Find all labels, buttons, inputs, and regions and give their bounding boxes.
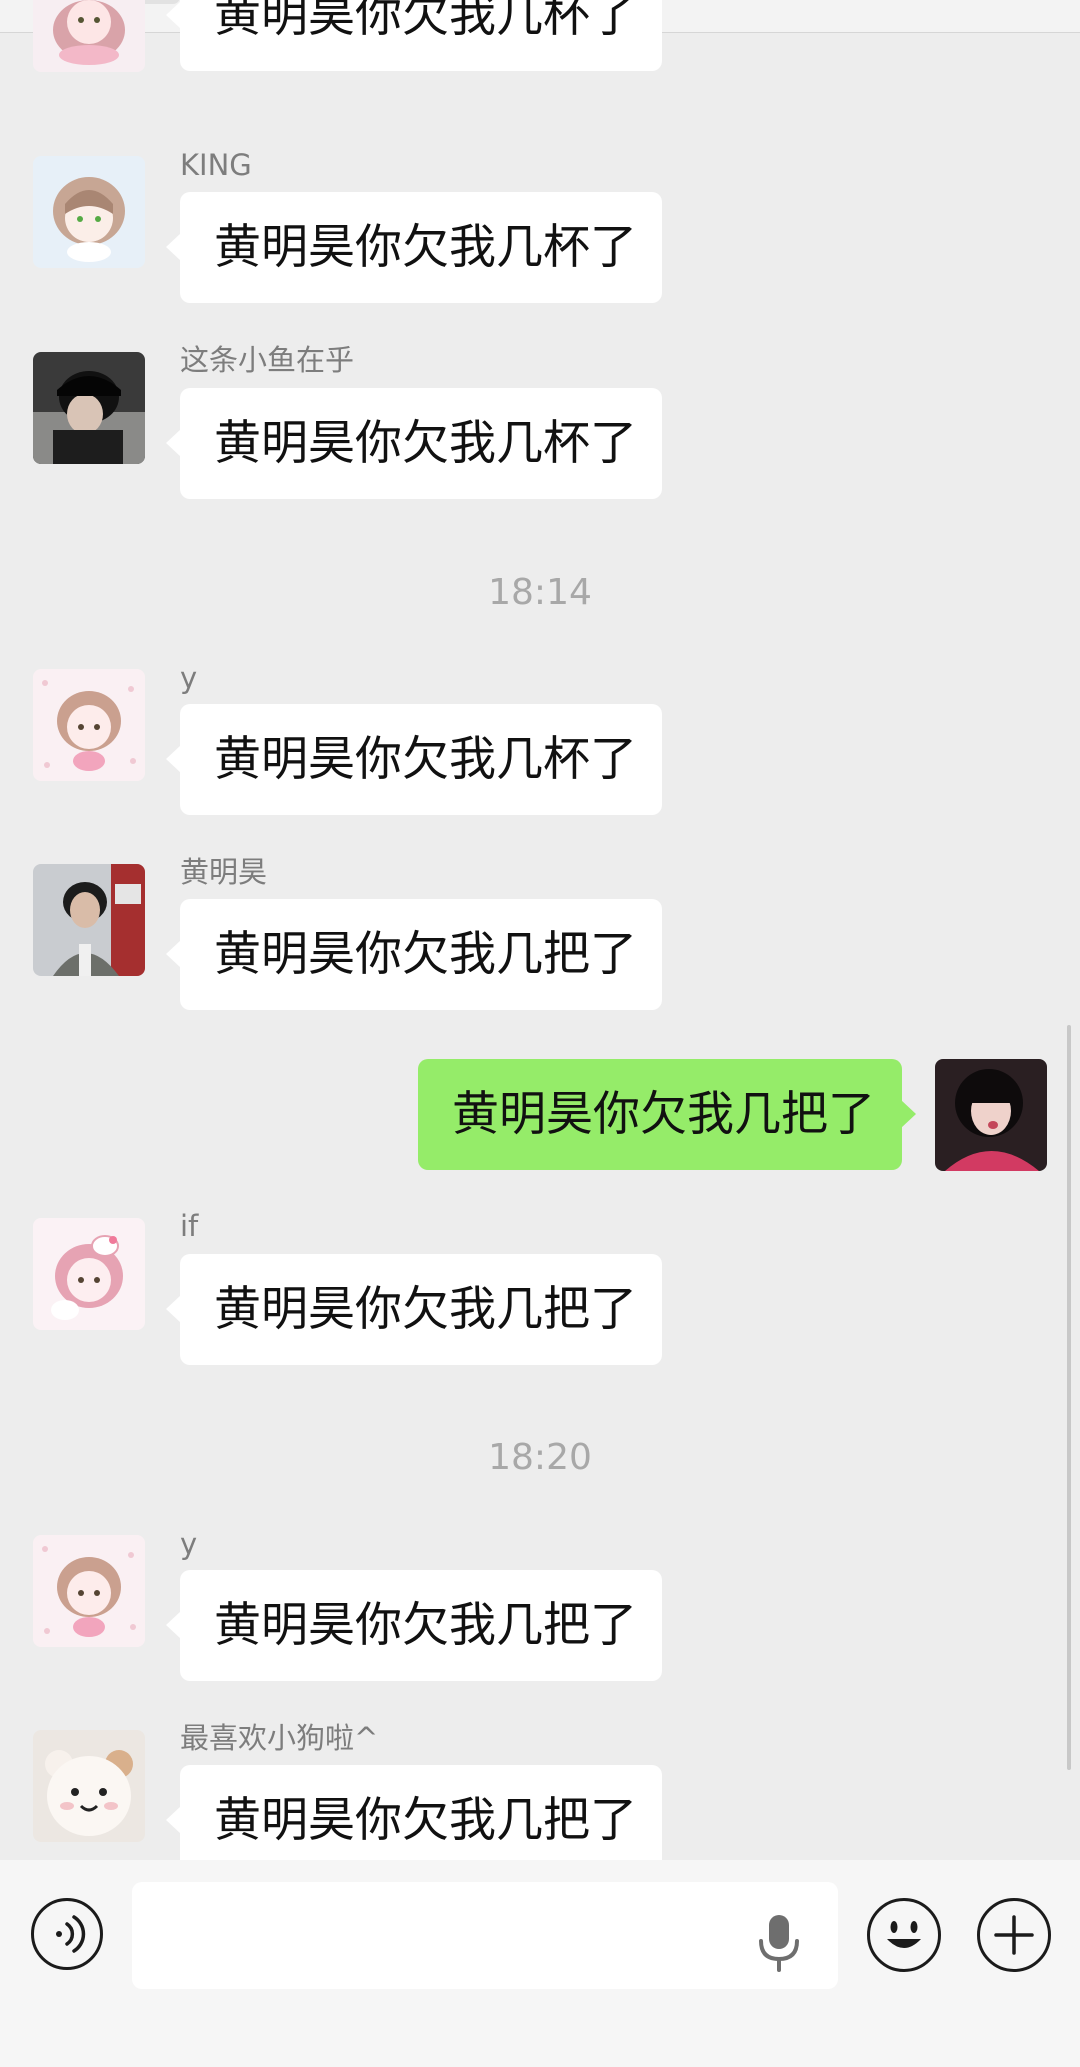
avatar-plush-bear-icon[interactable] bbox=[33, 1730, 145, 1842]
sender-name: 这条小鱼在乎 bbox=[180, 343, 355, 377]
voice-icon[interactable] bbox=[31, 1898, 103, 1970]
avatar-girl-pink-bow-icon[interactable] bbox=[33, 0, 145, 72]
timestamp: 18:14 bbox=[488, 572, 592, 613]
sender-name: if bbox=[180, 1209, 199, 1243]
avatar-girl-hello-kitty-icon[interactable] bbox=[33, 1218, 145, 1330]
message-bubble[interactable]: 黄明昊你欠我几杯了 bbox=[166, 704, 662, 815]
avatar-girl-brown-hair-icon[interactable] bbox=[33, 156, 145, 268]
message-bubble[interactable]: 黄明昊你欠我几把了 bbox=[166, 1765, 662, 1860]
sender-name: KING bbox=[180, 148, 252, 182]
chat-area[interactable]: 黄明昊你欠我几杯了 KING 黄明昊你欠我几杯了 这条小鱼在乎 黄明昊你欠我几杯… bbox=[0, 0, 1080, 1860]
message-bubble[interactable]: 黄明昊你欠我几杯了 bbox=[166, 388, 662, 499]
sender-name: y bbox=[180, 661, 198, 695]
message-bubble[interactable]: 黄明昊你欠我几把了 bbox=[166, 899, 662, 1010]
message-bubble-self[interactable]: 黄明昊你欠我几把了 bbox=[418, 1059, 916, 1170]
avatar-girl-black-cap-photo-icon[interactable] bbox=[33, 352, 145, 464]
avatar-girl-pink-dots-icon[interactable] bbox=[33, 1535, 145, 1647]
message-bubble[interactable]: 黄明昊你欠我几杯了 bbox=[166, 192, 662, 303]
sender-name: 最喜欢小狗啦^ bbox=[180, 1721, 379, 1755]
message-input[interactable] bbox=[132, 1882, 838, 1989]
message-bubble[interactable]: 黄明昊你欠我几把了 bbox=[166, 1570, 662, 1681]
message-bubble[interactable]: 黄明昊你欠我几杯了 bbox=[166, 0, 662, 71]
avatar-boy-photo-icon[interactable] bbox=[33, 864, 145, 976]
emoji-icon[interactable] bbox=[867, 1898, 941, 1972]
avatar-girl-pink-dots-icon[interactable] bbox=[33, 669, 145, 781]
sender-name: 黄明昊 bbox=[180, 855, 268, 889]
message-bubble[interactable]: 黄明昊你欠我几把了 bbox=[166, 1254, 662, 1365]
avatar-self-photo-icon[interactable] bbox=[935, 1059, 1047, 1171]
microphone-icon[interactable] bbox=[754, 1913, 804, 1973]
plus-icon[interactable] bbox=[977, 1898, 1051, 1972]
timestamp: 18:20 bbox=[488, 1437, 592, 1478]
scrollbar[interactable] bbox=[1067, 1025, 1071, 1770]
sender-name: y bbox=[180, 1527, 198, 1561]
